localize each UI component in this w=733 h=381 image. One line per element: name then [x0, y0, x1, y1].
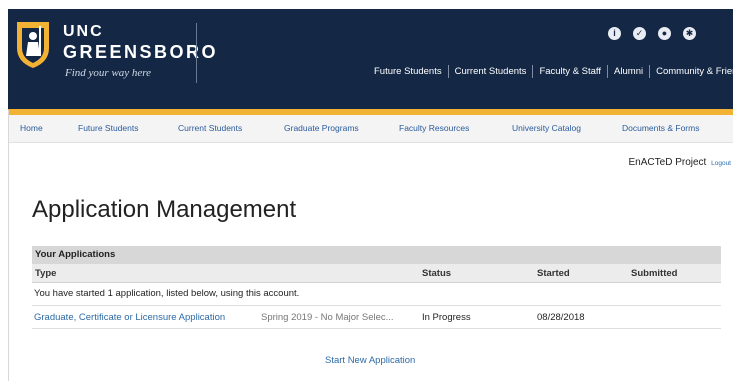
sub-nav-university-catalog[interactable]: University Catalog: [512, 123, 581, 133]
column-header-started: Started: [537, 268, 570, 279]
table-caption: Your Applications: [32, 246, 721, 264]
column-header-submitted: Submitted: [631, 268, 678, 279]
user-bar: EnACTeD Project Logout: [629, 157, 731, 168]
page-title: Application Management: [32, 196, 297, 223]
applications-table: Your Applications Type Status Started Su…: [32, 246, 721, 329]
sub-nav-faculty-resources[interactable]: Faculty Resources: [399, 123, 469, 133]
table-row: Graduate, Certificate or Licensure Appli…: [32, 306, 721, 329]
table-info-text: You have started 1 application, listed b…: [32, 283, 721, 306]
person-icon[interactable]: ●: [658, 27, 671, 40]
sub-nav-documents-forms[interactable]: Documents & Forms: [622, 123, 699, 133]
top-nav-alumni[interactable]: Alumni: [608, 66, 649, 77]
application-status: In Progress: [422, 312, 471, 323]
info-icon[interactable]: i: [608, 27, 621, 40]
secondary-nav: Home Future Students Current Students Gr…: [8, 115, 733, 143]
sub-nav-current-students[interactable]: Current Students: [178, 123, 242, 133]
spartan-logo-icon[interactable]: [14, 18, 52, 70]
top-nav-current-students[interactable]: Current Students: [449, 66, 533, 77]
top-nav-community-friends[interactable]: Community & Friends: [650, 66, 733, 77]
content-left-border: [8, 110, 9, 381]
logo-text-greensboro: GREENSBORO: [63, 42, 219, 62]
sub-nav-home[interactable]: Home: [20, 123, 43, 133]
top-nav-future-students[interactable]: Future Students: [368, 66, 448, 77]
column-header-type: Type: [35, 268, 57, 279]
application-started-date: 08/28/2018: [537, 312, 585, 323]
application-term: Spring 2019 - No Major Selec...: [261, 312, 394, 323]
utility-icons: i ✓ ● ✱: [608, 27, 696, 40]
logout-link[interactable]: Logout: [711, 160, 731, 167]
gear-icon[interactable]: ✱: [683, 27, 696, 40]
top-nav-faculty-staff[interactable]: Faculty & Staff: [533, 66, 607, 77]
logo-text-unc: UNC: [63, 23, 104, 40]
sub-nav-future-students[interactable]: Future Students: [78, 123, 138, 133]
application-type-link[interactable]: Graduate, Certificate or Licensure Appli…: [34, 312, 225, 323]
logo-divider: [196, 23, 197, 83]
start-new-application-link[interactable]: Start New Application: [325, 355, 415, 366]
site-header: UNC GREENSBORO Find your way here i ✓ ● …: [8, 9, 733, 109]
sub-nav-graduate-programs[interactable]: Graduate Programs: [284, 123, 359, 133]
project-name: EnACTeD Project: [628, 157, 707, 168]
column-header-status: Status: [422, 268, 452, 279]
checkmark-icon[interactable]: ✓: [633, 27, 646, 40]
table-header-row: Type Status Started Submitted: [32, 264, 721, 283]
logo-tagline: Find your way here: [65, 67, 152, 79]
top-nav: Future Students Current Students Faculty…: [368, 65, 733, 78]
